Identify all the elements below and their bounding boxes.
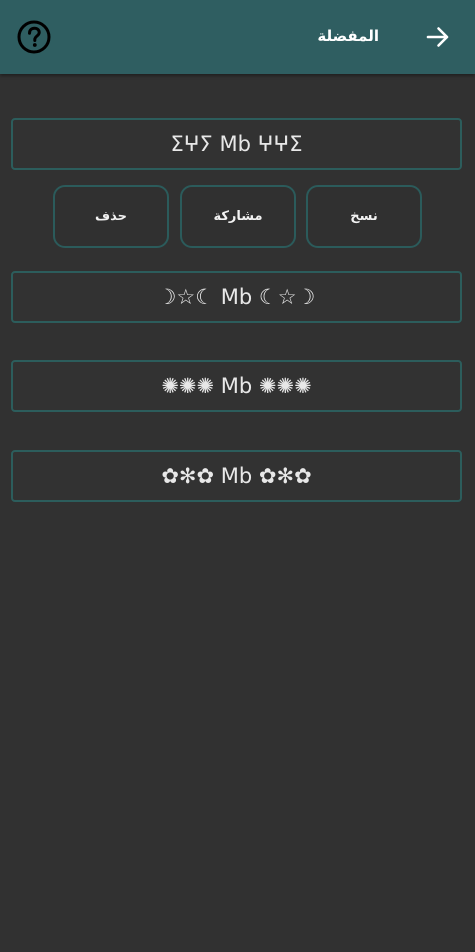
help-button[interactable] xyxy=(17,20,51,54)
help-circle-icon xyxy=(17,20,51,54)
share-button[interactable]: مشاركة xyxy=(180,185,296,248)
app-bar: المفضلة xyxy=(0,0,475,74)
favorite-item[interactable]: ⵉⵖⵢ Mb ⵖⵖⵉ xyxy=(11,118,462,170)
copy-button[interactable]: نسخ xyxy=(306,185,422,248)
arrow-forward-icon xyxy=(426,27,449,47)
back-button[interactable] xyxy=(425,24,451,50)
page-title: المفضلة xyxy=(317,27,379,45)
favorite-item[interactable]: ☽☆☾ Mb ☾☆☽ xyxy=(11,271,462,323)
favorite-item[interactable]: ✿✻✿ Mb ✿✻✿ xyxy=(11,450,462,502)
delete-button[interactable]: حذف xyxy=(53,185,169,248)
favorite-item[interactable]: ✺✺✺ Mb ✺✺✺ xyxy=(11,360,462,412)
favorites-screen: المفضلة ⵉⵖⵢ Mb ⵖⵖⵉ نسخ مشاركة حذف ☽☆☾ Mb… xyxy=(0,0,475,952)
